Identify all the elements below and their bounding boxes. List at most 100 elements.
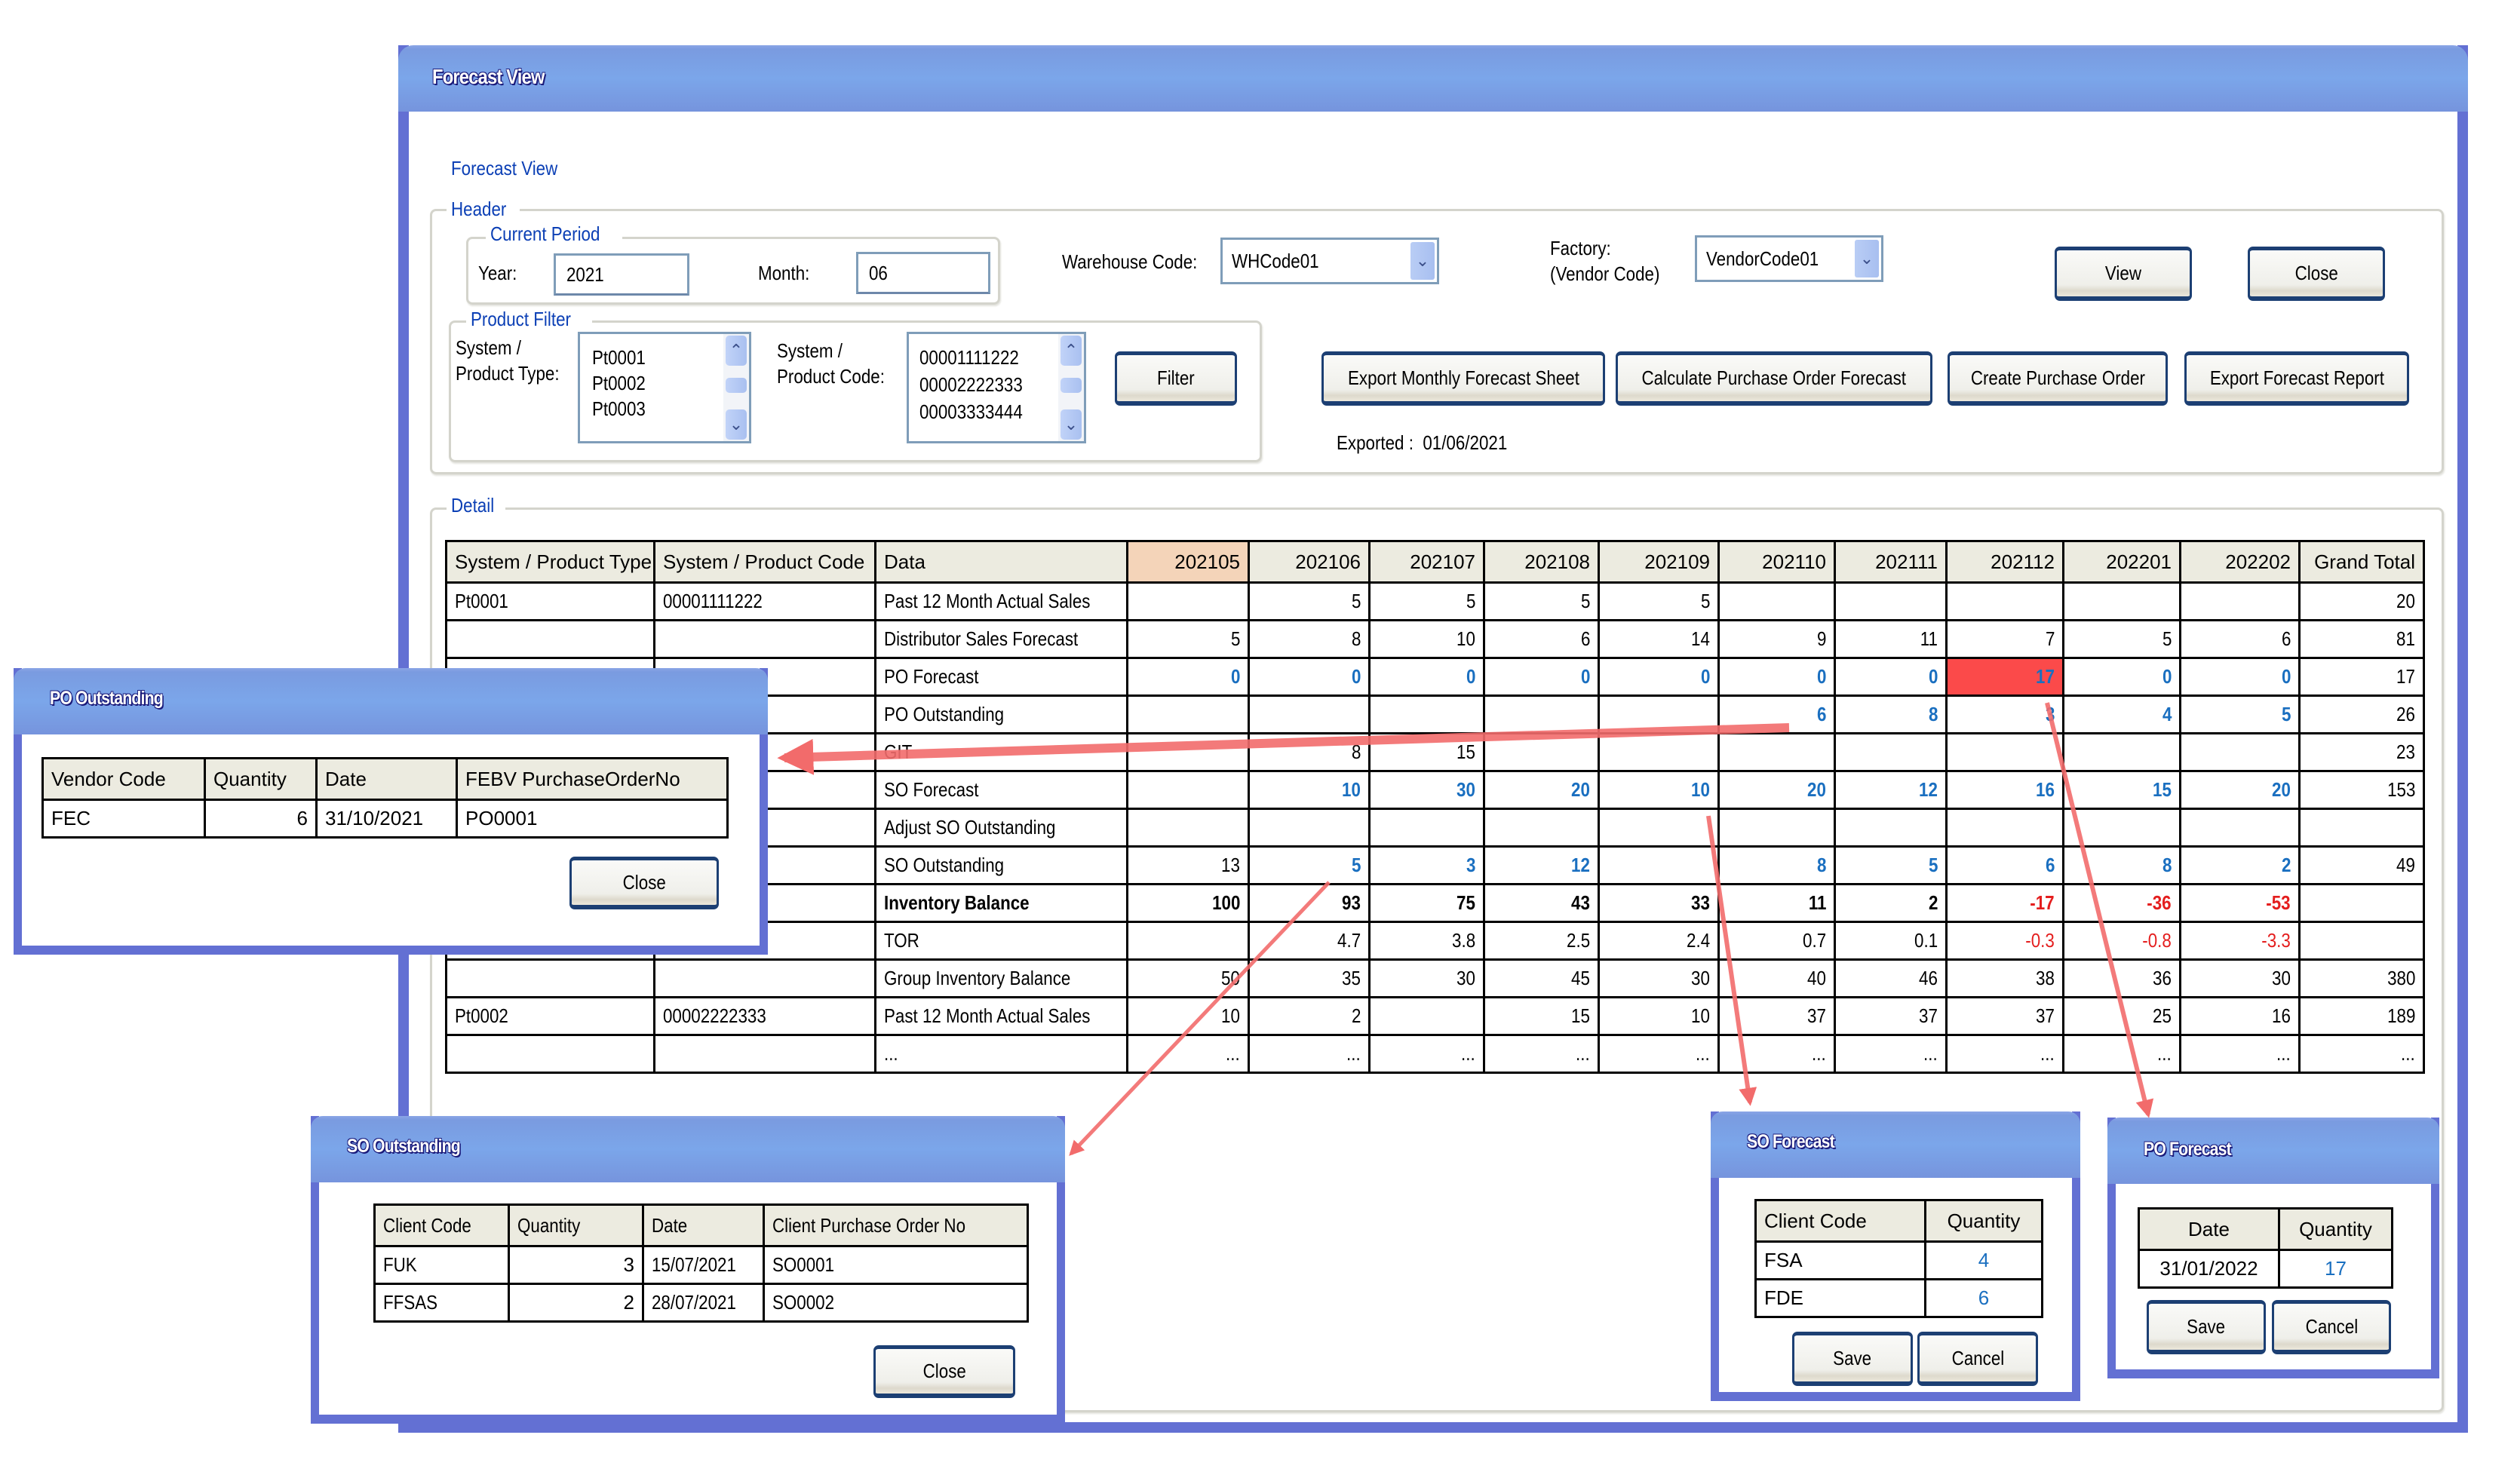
- product-code-cell: [653, 619, 876, 659]
- dialog-titlebar[interactable]: PO Forecast: [2107, 1118, 2439, 1184]
- so-outstanding-close-button[interactable]: Close: [873, 1345, 1015, 1398]
- product-type-cell: [445, 619, 655, 659]
- list-item[interactable]: 00001111222: [919, 346, 1035, 369]
- column-header: Quantity: [204, 757, 318, 801]
- value-link-cell[interactable]: 16: [1945, 770, 2064, 810]
- value-link-cell[interactable]: 4: [2062, 694, 2181, 734]
- table-row: FSA 4: [1754, 1240, 2043, 1280]
- value-cell: 5: [1598, 581, 1720, 621]
- value-cell: 11: [1717, 883, 1836, 923]
- warehouse-code-select[interactable]: WHCode01 ⌄: [1220, 238, 1439, 284]
- scroll-down-icon[interactable]: ⌄: [726, 409, 747, 440]
- table-header-row: Client Code Quantity: [1754, 1199, 2043, 1243]
- quantity-input-cell[interactable]: 6: [1924, 1278, 2043, 1318]
- value-cell: [2062, 808, 2181, 848]
- factory-label: Factory: (Vendor Code): [1550, 237, 1660, 285]
- view-button[interactable]: View: [2055, 247, 2192, 301]
- value-cell: 100: [1126, 883, 1250, 923]
- value-link-cell[interactable]: 8: [1834, 694, 1948, 734]
- so-forecast-cancel-button[interactable]: Cancel: [1917, 1332, 2038, 1386]
- quantity-input-cell[interactable]: 17: [2278, 1249, 2393, 1289]
- value-link-cell[interactable]: 0: [1368, 657, 1485, 697]
- list-item[interactable]: Pt0002: [592, 372, 654, 395]
- po-forecast-save-button[interactable]: Save: [2147, 1300, 2266, 1354]
- dialog-titlebar[interactable]: SO Forecast: [1711, 1111, 2080, 1178]
- product-type-label: System / Product Type:: [456, 336, 560, 385]
- value-link-cell[interactable]: 0: [1717, 657, 1836, 697]
- calculate-purchase-order-forecast-button[interactable]: Calculate Purchase Order Forecast: [1616, 351, 1932, 406]
- close-button[interactable]: Close: [2248, 247, 2385, 301]
- product-code-listbox[interactable]: 00001111222 00002222333 00003333444 ⌃ ⌄: [907, 332, 1086, 443]
- scroll-down-icon[interactable]: ⌄: [1061, 409, 1082, 440]
- value-link-cell[interactable]: 6: [1717, 694, 1836, 734]
- month-input[interactable]: 06: [856, 252, 990, 294]
- value-link-cell[interactable]: 5: [1834, 845, 1948, 885]
- po-outstanding-close-button[interactable]: Close: [569, 857, 719, 909]
- chevron-down-icon[interactable]: ⌄: [1410, 242, 1435, 280]
- value-cell: [1126, 581, 1250, 621]
- value-link-cell[interactable]: 10: [1598, 770, 1720, 810]
- value-link-cell[interactable]: 8: [2062, 845, 2181, 885]
- dialog-titlebar[interactable]: PO Outstanding: [14, 668, 768, 734]
- so-forecast-save-button[interactable]: Save: [1792, 1332, 1913, 1386]
- scrollbar[interactable]: ⌃ ⌄: [1058, 334, 1084, 441]
- product-code-cell: 00002222333: [653, 996, 876, 1036]
- year-label: Year:: [478, 262, 517, 284]
- window-titlebar[interactable]: Forecast View: [398, 45, 2468, 112]
- list-item[interactable]: Pt0001: [592, 346, 654, 369]
- scrollbar[interactable]: ⌃ ⌄: [723, 334, 749, 441]
- value-link-cell[interactable]: 5: [1248, 845, 1371, 885]
- po-number-cell: PO0001: [456, 799, 729, 839]
- value-link-cell[interactable]: 8: [1717, 845, 1836, 885]
- value-link-cell[interactable]: 5: [2179, 694, 2301, 734]
- value-link-cell[interactable]: 0: [2179, 657, 2301, 697]
- year-input[interactable]: 2021: [554, 253, 689, 296]
- value-link-cell[interactable]: 20: [2179, 770, 2301, 810]
- chevron-down-icon[interactable]: ⌄: [1855, 240, 1879, 277]
- value-link-cell[interactable]: 0: [1598, 657, 1720, 697]
- value-link-cell[interactable]: 2: [2179, 845, 2301, 885]
- value-link-cell[interactable]: 0: [1483, 657, 1600, 697]
- value-link-cell[interactable]: 3: [1945, 694, 2064, 734]
- value-link-cell[interactable]: 12: [1483, 845, 1600, 885]
- value-cell: 30: [1598, 958, 1720, 998]
- list-item[interactable]: 00003333444: [919, 400, 1039, 424]
- value-link-cell[interactable]: 6: [1945, 845, 2064, 885]
- quantity-cell: 3: [508, 1245, 644, 1285]
- value-link-cell[interactable]: 30: [1368, 770, 1485, 810]
- export-monthly-forecast-sheet-button[interactable]: Export Monthly Forecast Sheet: [1321, 351, 1605, 406]
- value-link-cell[interactable]: 0: [2062, 657, 2181, 697]
- dialog-title: SO Forecast: [1747, 1131, 1835, 1152]
- value-link-cell[interactable]: 17: [1945, 657, 2064, 697]
- value-cell: [1126, 732, 1250, 772]
- value-link-cell[interactable]: 0: [1126, 657, 1250, 697]
- filter-button[interactable]: Filter: [1115, 351, 1237, 406]
- scroll-up-icon[interactable]: ⌃: [1061, 336, 1082, 366]
- value-link-cell[interactable]: 3: [1368, 845, 1485, 885]
- list-item[interactable]: 00002222333: [919, 373, 1039, 397]
- value-link-cell[interactable]: 20: [1717, 770, 1836, 810]
- table-row: 31/01/2022 17: [2138, 1249, 2393, 1289]
- value-cell: [1126, 808, 1250, 848]
- scroll-thumb[interactable]: [1061, 378, 1082, 393]
- scroll-up-icon[interactable]: ⌃: [726, 336, 747, 366]
- value-link-cell[interactable]: 10: [1248, 770, 1371, 810]
- value-link-cell[interactable]: 0: [1834, 657, 1948, 697]
- value-link-cell[interactable]: 0: [1248, 657, 1371, 697]
- value-link-cell[interactable]: 12: [1834, 770, 1948, 810]
- po-forecast-cancel-button[interactable]: Cancel: [2272, 1300, 2391, 1354]
- dialog-titlebar[interactable]: SO Outstanding: [311, 1116, 1065, 1182]
- vendor-code-select[interactable]: VendorCode01 ⌄: [1695, 235, 1883, 282]
- table-header-row: Client Code Quantity Date Client Purchas…: [373, 1203, 1029, 1247]
- product-code-cell: 00001111222: [653, 581, 876, 621]
- export-forecast-report-button[interactable]: Export Forecast Report: [2184, 351, 2409, 406]
- list-item[interactable]: Pt0003: [592, 397, 654, 421]
- product-type-listbox[interactable]: Pt0001 Pt0002 Pt0003 ⌃ ⌄: [578, 332, 751, 443]
- scroll-thumb[interactable]: [726, 378, 747, 393]
- grand-total-cell: [2298, 808, 2425, 848]
- value-link-cell[interactable]: 15: [2062, 770, 2181, 810]
- value-link-cell[interactable]: 20: [1483, 770, 1600, 810]
- create-purchase-order-button[interactable]: Create Purchase Order: [1948, 351, 2168, 406]
- quantity-input-cell[interactable]: 4: [1924, 1240, 2043, 1280]
- column-header: Date: [642, 1203, 765, 1247]
